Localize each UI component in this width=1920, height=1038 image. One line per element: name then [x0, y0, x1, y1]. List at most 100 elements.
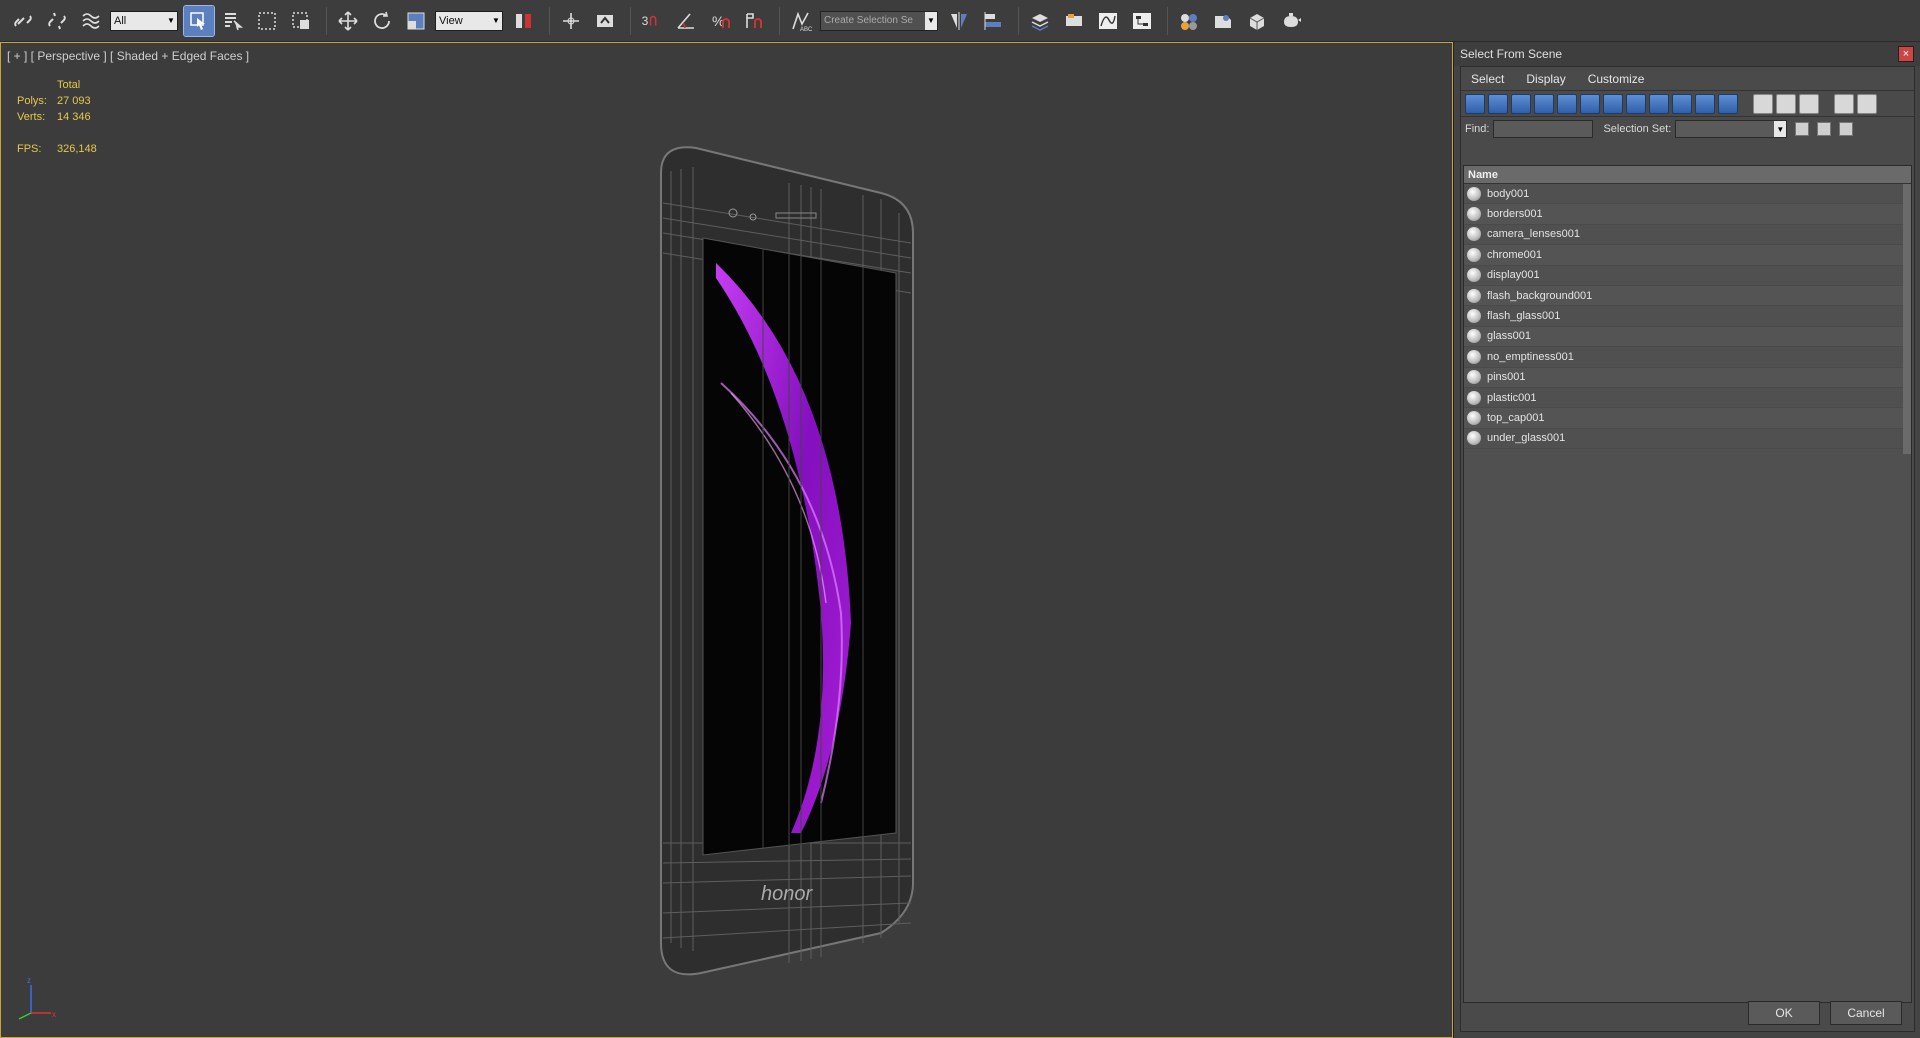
- display-shapes-icon[interactable]: [1488, 93, 1508, 114]
- object-visibility-icon[interactable]: [1467, 370, 1481, 385]
- object-name: plastic001: [1487, 391, 1537, 404]
- column-header-name[interactable]: Name: [1464, 166, 1911, 184]
- list-item[interactable]: body001: [1464, 184, 1911, 205]
- display-spacewarps-icon[interactable]: [1580, 93, 1600, 114]
- mirror-icon[interactable]: [944, 6, 974, 36]
- perspective-viewport[interactable]: [ + ] [ Perspective ] [ Shaded + Edged F…: [0, 42, 1453, 1038]
- spinner-snap-icon[interactable]: [739, 6, 769, 36]
- layer-manager-icon[interactable]: [1025, 6, 1055, 36]
- ribbon-toggle-icon[interactable]: [1059, 6, 1089, 36]
- phone-model[interactable]: honor: [641, 143, 921, 983]
- list-item[interactable]: borders001: [1464, 204, 1911, 225]
- display-lights-icon[interactable]: [1511, 93, 1531, 114]
- render-setup-icon[interactable]: [1208, 6, 1238, 36]
- object-visibility-icon[interactable]: [1467, 288, 1481, 303]
- select-manipulate-icon[interactable]: [556, 6, 586, 36]
- filter-options-icon[interactable]: [1857, 93, 1877, 114]
- list-item[interactable]: chrome001: [1464, 245, 1911, 266]
- selection-filter-dropdown[interactable]: All ▼: [110, 10, 178, 31]
- list-item[interactable]: camera_lenses001: [1464, 225, 1911, 246]
- list-item[interactable]: under_glass001: [1464, 429, 1911, 450]
- menu-display[interactable]: Display: [1526, 72, 1565, 86]
- menu-select[interactable]: Select: [1471, 72, 1504, 86]
- edit-named-selection-icon[interactable]: ABC: [786, 6, 816, 36]
- object-visibility-icon[interactable]: [1467, 309, 1481, 324]
- polys-value: 27 093: [57, 95, 91, 107]
- find-bar: Find: Selection Set: ▼: [1461, 117, 1914, 141]
- keyboard-shortcut-icon[interactable]: [590, 6, 620, 36]
- selection-set-add-icon[interactable]: [1795, 122, 1810, 136]
- align-icon[interactable]: [978, 6, 1008, 36]
- material-editor-icon[interactable]: [1174, 6, 1204, 36]
- display-geometry-icon[interactable]: [1465, 93, 1485, 114]
- display-frozen-icon[interactable]: [1695, 93, 1715, 114]
- reference-coord-dropdown[interactable]: View ▼: [435, 10, 503, 31]
- select-all-icon[interactable]: [1753, 93, 1773, 114]
- list-item[interactable]: glass001: [1464, 326, 1911, 348]
- ok-button[interactable]: OK: [1748, 1001, 1820, 1025]
- select-invert-icon[interactable]: [1799, 93, 1819, 114]
- object-visibility-icon[interactable]: [1467, 247, 1481, 262]
- select-object-icon[interactable]: [183, 4, 215, 37]
- move-icon[interactable]: [333, 6, 363, 36]
- object-name: no_emptiness001: [1487, 350, 1574, 363]
- object-visibility-icon[interactable]: [1467, 268, 1481, 283]
- object-name: body001: [1487, 187, 1530, 200]
- list-item[interactable]: display001: [1464, 266, 1911, 286]
- render-production-icon[interactable]: [1276, 6, 1306, 36]
- list-scrollbar[interactable]: [1903, 184, 1911, 454]
- object-visibility-icon[interactable]: [1467, 207, 1481, 222]
- menu-customize[interactable]: Customize: [1588, 72, 1645, 86]
- selection-set-dropdown[interactable]: ▼: [1675, 120, 1788, 138]
- display-helpers-icon[interactable]: [1557, 93, 1577, 114]
- object-visibility-icon[interactable]: [1467, 349, 1481, 364]
- cancel-button[interactable]: Cancel: [1830, 1001, 1902, 1025]
- display-hidden-icon[interactable]: [1718, 93, 1738, 114]
- close-icon[interactable]: ×: [1898, 46, 1914, 62]
- named-selection-dropdown[interactable]: Create Selection Se ▼: [820, 10, 938, 31]
- polys-label: Polys:: [17, 95, 47, 107]
- list-item[interactable]: plastic001: [1464, 388, 1911, 409]
- display-xrefs-icon[interactable]: [1626, 93, 1646, 114]
- bind-space-warp-icon[interactable]: [76, 6, 106, 36]
- object-visibility-icon[interactable]: [1467, 329, 1481, 344]
- list-item[interactable]: flash_glass001: [1464, 306, 1911, 327]
- select-none-icon[interactable]: [1776, 93, 1796, 114]
- select-by-name-icon[interactable]: [218, 6, 248, 36]
- display-cameras-icon[interactable]: [1534, 93, 1554, 114]
- snap-toggle-icon[interactable]: 3: [637, 6, 667, 36]
- display-groups-icon[interactable]: [1603, 93, 1623, 114]
- rect-region-icon[interactable]: [252, 6, 282, 36]
- link-icon[interactable]: [8, 6, 38, 36]
- percent-snap-icon[interactable]: %: [705, 6, 735, 36]
- object-rows: body001 borders001 camera_lenses001 chrome0…: [1464, 184, 1911, 450]
- object-visibility-icon[interactable]: [1467, 186, 1481, 201]
- angle-snap-icon[interactable]: [671, 6, 701, 36]
- object-visibility-icon[interactable]: [1467, 410, 1481, 425]
- pivot-icon[interactable]: [509, 6, 539, 36]
- object-visibility-icon[interactable]: [1467, 431, 1481, 446]
- window-crossing-icon[interactable]: [286, 6, 316, 36]
- curve-editor-icon[interactable]: [1093, 6, 1123, 36]
- filter-icon[interactable]: [1834, 93, 1854, 114]
- rotate-icon[interactable]: [367, 6, 397, 36]
- selection-set-remove-icon[interactable]: [1839, 122, 1854, 136]
- object-visibility-icon[interactable]: [1467, 390, 1481, 405]
- find-input[interactable]: [1493, 120, 1594, 138]
- svg-text:z: z: [27, 976, 31, 985]
- list-item[interactable]: pins001: [1464, 367, 1911, 388]
- selection-set-edit-icon[interactable]: [1817, 122, 1832, 136]
- scale-icon[interactable]: [401, 6, 431, 36]
- display-containers-icon[interactable]: [1672, 93, 1692, 114]
- fps-label: FPS:: [17, 143, 42, 155]
- object-visibility-icon[interactable]: [1467, 227, 1481, 242]
- display-bones-icon[interactable]: [1649, 93, 1669, 114]
- dialog-titlebar[interactable]: Select From Scene ×: [1454, 42, 1920, 66]
- list-item[interactable]: flash_background001: [1464, 285, 1911, 307]
- list-item[interactable]: top_cap001: [1464, 408, 1911, 429]
- schematic-view-icon[interactable]: [1127, 6, 1157, 36]
- unlink-icon[interactable]: [42, 6, 72, 36]
- list-item[interactable]: no_emptiness001: [1464, 347, 1911, 368]
- viewport-label[interactable]: [ + ] [ Perspective ] [ Shaded + Edged F…: [7, 49, 249, 63]
- rendered-frame-window-icon[interactable]: [1242, 6, 1272, 36]
